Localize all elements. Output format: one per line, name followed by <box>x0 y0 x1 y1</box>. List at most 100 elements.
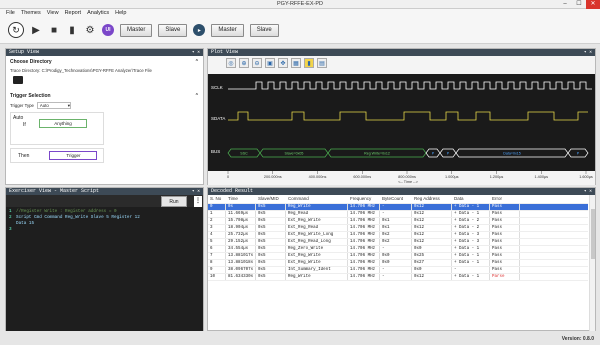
col-command[interactable]: Command <box>286 195 348 203</box>
table-cell: Reg_Zero_Write <box>286 246 348 252</box>
table-cell: 2 <box>208 218 226 224</box>
zoom-reset-icon[interactable]: ◎ <box>226 58 236 68</box>
table-cell: + Data - 1 <box>452 211 490 217</box>
table-cell: 25.732µs <box>226 232 256 238</box>
maximize-icon[interactable]: ☐ <box>572 0 586 9</box>
panel-header: Exerciser View - Master Script ▾ ✕ <box>6 188 203 195</box>
col-sno[interactable]: S. No <box>208 195 226 203</box>
refresh-icon[interactable]: ↻ <box>8 22 24 38</box>
table-row[interactable]: 8 13.881018s 0x5 Ext_Reg_Write 14.706 MHz 0x0… <box>208 260 588 267</box>
device-icon[interactable]: ▮ <box>66 24 78 36</box>
exerciser-view-title: Exerciser View - Master Script <box>9 188 100 194</box>
table-cell: 0x12 <box>412 211 452 217</box>
trigger-type-select[interactable]: Auto ▾ <box>36 102 71 109</box>
folder-icon[interactable]: ■ <box>48 24 60 36</box>
collapse-icon[interactable]: ⌃ <box>195 93 199 99</box>
scroll-thumb[interactable] <box>591 209 595 259</box>
ui-icon[interactable]: UI <box>102 24 114 36</box>
table-icon[interactable]: ▤ <box>317 58 327 68</box>
table-row[interactable]: 3 18.904µs 0x5 Ext_Reg_Read 14.706 MHz 0x1 0x1… <box>208 225 588 232</box>
zoom-in-icon[interactable]: ⊕ <box>239 58 249 68</box>
table-row[interactable]: 1 11.669µs 0x5 Reg_Read 14.706 MHz -0x12 + Dat… <box>208 211 588 218</box>
table-cell: 0x5 <box>256 267 286 273</box>
trigger-type-label: Trigger Type <box>10 103 34 108</box>
close-icon[interactable]: ✕ <box>586 0 600 9</box>
slave-button-1[interactable]: Slave <box>158 23 188 37</box>
browse-folder-button[interactable] <box>13 76 23 84</box>
code-text: //Register Write : Register address = 0 <box>16 209 117 214</box>
pin-icon[interactable]: ▾ ✕ <box>192 49 200 56</box>
col-error[interactable]: Error <box>490 195 520 203</box>
col-reg-address[interactable]: Reg Address <box>412 195 452 203</box>
table-row[interactable]: 9 38.096707s 0x5 Int_Summary_Ident 14.706 MH… <box>208 267 588 274</box>
master-button-2[interactable]: Master <box>211 23 244 37</box>
table-cell: 0x2 <box>380 232 412 238</box>
trigger-button[interactable]: Trigger <box>49 151 98 160</box>
terminal-icon[interactable]: ▸ <box>193 24 206 36</box>
col-time[interactable]: Time <box>226 195 256 203</box>
vertical-scrollbar[interactable] <box>589 195 595 331</box>
col-slave[interactable]: Slave/MID <box>256 195 286 203</box>
panel-header: Decoded Result ▾ ✕ <box>208 188 595 195</box>
table-row[interactable]: 5 29.152µs 0x5 Ext_Reg_Read_Long 14.706 MHz 0… <box>208 239 588 246</box>
play-icon[interactable]: ▶ <box>30 24 42 36</box>
menu-themes[interactable]: Themes <box>21 10 41 16</box>
gear-icon[interactable]: ⚙ <box>84 24 96 36</box>
waveform-canvas[interactable]: SCLKSDATABUS SSC Slave=0x05 Reg Write=0x12 P… <box>208 56 595 185</box>
table-row[interactable]: 0 0s 0x5 Reg_Write 14.706 MHz -0x12 + Data - 1… <box>208 204 588 211</box>
zoom-out-icon[interactable]: ⊖ <box>252 58 262 68</box>
table-cell: 0x12 <box>412 204 452 210</box>
table-row[interactable]: 7 13.881017s 0x5 Ext_Reg_Write 14.706 MHz 0x0… <box>208 253 588 260</box>
pin-icon[interactable]: ▾ ✕ <box>192 188 200 195</box>
table-cell: 14.706 MHz <box>348 211 380 217</box>
window-title: PGY-RFFE-EX-PD <box>277 1 323 7</box>
choose-directory-title: Choose Directory <box>10 59 52 65</box>
cursor-icon[interactable]: ✥ <box>278 58 288 68</box>
auto-trigger-box: Auto If Anything <box>10 112 104 145</box>
table-cell: Ext_Reg_Write <box>286 260 348 266</box>
run-button[interactable]: Run <box>161 196 187 207</box>
table-cell: 10 <box>208 274 226 280</box>
anything-button[interactable]: Anything <box>39 119 87 128</box>
grid-icon[interactable]: ▦ <box>291 58 301 68</box>
table-cell: + Data - 1 <box>452 274 490 280</box>
minimize-icon[interactable]: – <box>558 0 572 9</box>
table-cell: Int_Summary_Ident <box>286 267 348 273</box>
col-data[interactable]: Data <box>452 195 490 203</box>
table-cell: Parse <box>490 274 520 280</box>
pin-icon[interactable]: ▾ ✕ <box>584 188 592 195</box>
signal-label: BUS <box>211 149 220 154</box>
more-menu-icon[interactable]: ⋮ <box>194 196 202 207</box>
menu-file[interactable]: File <box>6 10 15 16</box>
col-bytecount[interactable]: ByteCount <box>380 195 412 203</box>
trigger-selection-title: Trigger Selection <box>10 93 51 99</box>
menu-report[interactable]: Report <box>65 10 82 16</box>
master-button-1[interactable]: Master <box>120 23 153 37</box>
collapse-icon[interactable]: ⌃ <box>195 59 199 65</box>
x-tick-label: 400.000ns <box>309 175 327 179</box>
table-cell: Ext_Reg_Read <box>286 225 348 231</box>
table-row[interactable]: 4 25.732µs 0x5 Ext_Reg_Write_Long 14.706 MHz… <box>208 232 588 239</box>
table-row[interactable]: 10 81.634330s 0x5 Reg_Write 14.706 MHz -0x12 +… <box>208 274 588 281</box>
table-cell: 0 <box>208 204 226 210</box>
menu-analytics[interactable]: Analytics <box>87 10 109 16</box>
table-row[interactable]: 6 34.554µs 0x5 Reg_Zero_Write 14.706 MHz -0x0… <box>208 246 588 253</box>
table-cell: 29.152µs <box>226 239 256 245</box>
menu-view[interactable]: View <box>47 10 59 16</box>
table-cell: + Data - 1 <box>452 253 490 259</box>
table-cell: + Data - 1 <box>452 246 490 252</box>
then-label: Then <box>18 152 30 159</box>
fit-icon[interactable]: ▣ <box>265 58 275 68</box>
table-cell: 14.706 MHz <box>348 239 380 245</box>
slave-button-2[interactable]: Slave <box>249 23 279 37</box>
col-frequency[interactable]: Frequency <box>348 195 380 203</box>
table-cell: 13.881017s <box>226 253 256 259</box>
table-row[interactable]: 2 15.708µs 0x5 Ext_Reg_Write 14.706 MHz 0x1 0x… <box>208 218 588 225</box>
table-cell: + Data - 3 <box>452 239 490 245</box>
pin-icon[interactable]: ▾ ✕ <box>584 49 592 56</box>
code-text: Script Cmd Command Reg_Write Slave 5 Reg… <box>16 215 140 220</box>
signal-label: SCLK <box>211 85 223 90</box>
script-editor[interactable]: 1//Register Write : Register address = 0… <box>6 207 203 331</box>
menu-help[interactable]: Help <box>115 10 126 16</box>
marker-icon[interactable]: ▮ <box>304 58 314 68</box>
